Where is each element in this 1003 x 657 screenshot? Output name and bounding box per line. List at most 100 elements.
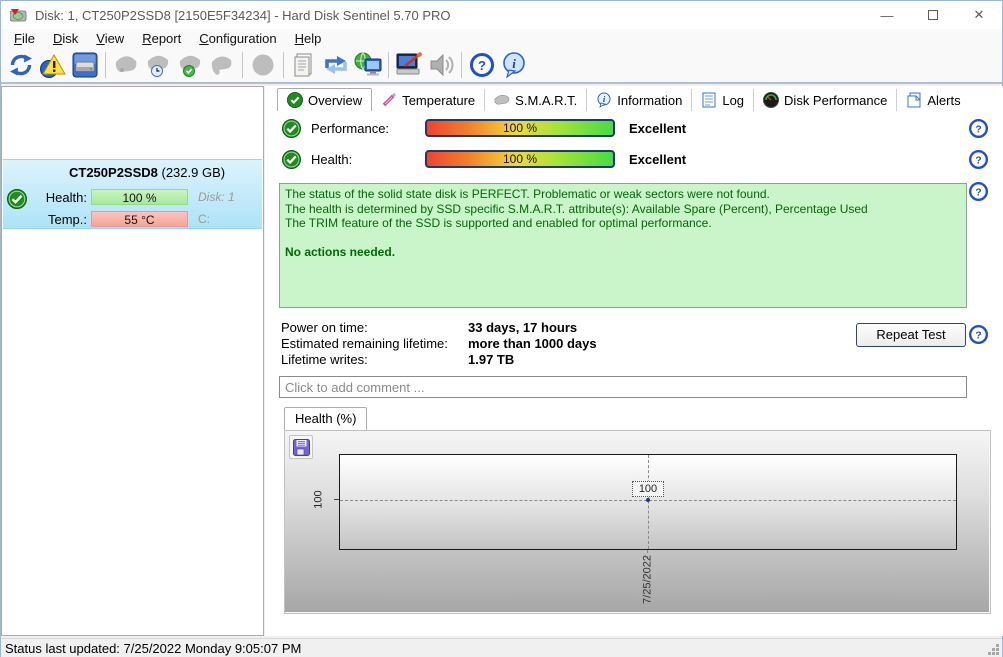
chart-point-label: 100 (632, 481, 664, 497)
status-line: The TRIM feature of the SSD is supported… (285, 216, 961, 231)
shutdown-icon[interactable] (247, 50, 279, 80)
chart-vertical-gridline (648, 455, 649, 549)
chart-x-axis-label: 7/25/2022 (642, 550, 655, 610)
status-bar: Status last updated: 7/25/2022 Monday 9:… (1, 638, 1002, 657)
menu-configuration[interactable]: Configuration (190, 30, 285, 47)
toolbar-separator (283, 52, 284, 78)
chart-y-axis-label: 100 (313, 485, 326, 515)
svg-text:?: ? (975, 155, 981, 166)
power-on-time-value: 33 days, 17 hours (468, 320, 577, 335)
health-help-icon[interactable]: ? (969, 150, 988, 169)
sounds-icon[interactable] (425, 50, 457, 80)
tab-log[interactable]: Log (692, 89, 754, 111)
health-rating: Excellent (629, 152, 686, 167)
comment-input[interactable] (279, 376, 967, 398)
overview-panel: Overview Temperature S.M.A.R.T. i Inform… (265, 86, 1003, 636)
toolbar-separator (461, 52, 462, 78)
tab-overview[interactable]: Overview (277, 88, 372, 111)
tab-smart-label: S.M.A.R.T. (515, 93, 577, 108)
status-action-line: No actions needed. (285, 245, 961, 259)
menu-file[interactable]: File (5, 30, 44, 47)
desktop-tools-icon[interactable] (393, 50, 425, 80)
disk-remove-icon[interactable] (206, 50, 238, 80)
tab-overview-label: Overview (308, 93, 362, 108)
close-button[interactable]: ✕ (956, 1, 1002, 29)
tab-alerts[interactable]: Alerts (897, 89, 969, 111)
toolbar-separator (388, 52, 389, 78)
performance-bar: 100 % (425, 119, 615, 137)
resize-grip[interactable] (987, 643, 1000, 656)
sidebar-disk-number: Disk: 1 (198, 190, 235, 204)
tab-temperature-label: Temperature (402, 93, 475, 108)
health-row: Health: 100 % Excellent ? (265, 150, 1003, 172)
lifetime-writes-value: 1.97 TB (468, 352, 514, 367)
status-help-icon[interactable]: ? (969, 182, 988, 201)
toolbar: ? i (1, 48, 1002, 84)
sidebar-health-bar: 100 % (91, 189, 188, 205)
performance-ok-icon (282, 119, 301, 138)
chart-tab-health[interactable]: Health (%) (284, 407, 367, 430)
status-line: The health is determined by SSD specific… (285, 202, 961, 217)
maximize-icon (928, 10, 938, 20)
svg-text:?: ? (478, 58, 486, 73)
disk-overview-icon[interactable] (69, 50, 101, 80)
minimize-button[interactable]: — (864, 1, 910, 29)
remaining-lifetime-label: Estimated remaining lifetime: (281, 336, 448, 351)
tab-disk-performance-label: Disk Performance (784, 93, 887, 108)
lifetime-writes-label: Lifetime writes: (281, 352, 368, 367)
performance-help-icon[interactable]: ? (969, 119, 988, 138)
menu-report[interactable]: Report (133, 30, 190, 47)
menu-help[interactable]: Help (286, 30, 331, 47)
health-bar: 100 % (425, 150, 615, 168)
alerts-page-icon (906, 92, 922, 108)
smart-disk-icon (494, 92, 510, 108)
svg-text:?: ? (975, 330, 981, 341)
menu-view[interactable]: View (87, 30, 133, 47)
tab-alerts-label: Alerts (927, 93, 960, 108)
tab-information[interactable]: i Information (587, 89, 692, 111)
app-window: Disk: 1, CT250P2SSD8 [2150E5F34234] - Ha… (0, 0, 1003, 657)
tab-disk-performance[interactable]: Disk Performance (754, 89, 897, 111)
menu-disk[interactable]: Disk (44, 30, 87, 47)
overview-check-icon (287, 92, 303, 108)
performance-row: Performance: 100 % Excellent ? (265, 119, 1003, 141)
tab-smart[interactable]: S.M.A.R.T. (485, 89, 587, 111)
repeat-test-button[interactable]: Repeat Test (856, 323, 966, 347)
health-chart: 100 100 7/25/2022 (284, 430, 991, 614)
tab-bar: Overview Temperature S.M.A.R.T. i Inform… (277, 88, 970, 111)
disk-list-panel: CT250P2SSD8 (232.9 GB) Health: 100 % Dis… (1, 86, 264, 636)
report-icon[interactable] (288, 50, 320, 80)
sidebar-temp-bar: 55 °C (91, 211, 188, 227)
help-icon[interactable]: ? (466, 50, 498, 80)
disk-status-text-box: The status of the solid state disk is PE… (279, 183, 967, 308)
performance-label: Performance: (311, 121, 389, 136)
refresh-icon[interactable] (5, 50, 37, 80)
tab-temperature[interactable]: Temperature (372, 89, 485, 111)
status-line: The status of the solid state disk is PE… (285, 187, 961, 202)
toolbar-separator (242, 52, 243, 78)
warning-status-icon[interactable] (37, 50, 69, 80)
save-chart-button[interactable] (289, 435, 313, 459)
disk-list-item-selected[interactable]: CT250P2SSD8 (232.9 GB) Health: 100 % Dis… (3, 159, 262, 229)
maximize-button[interactable] (910, 1, 956, 29)
disk-status-ok-icon (7, 189, 27, 209)
network-icon[interactable] (352, 50, 384, 80)
info-balloon-icon: i (596, 92, 612, 108)
disk-check-icon[interactable] (174, 50, 206, 80)
repeat-test-help-icon[interactable]: ? (969, 325, 988, 344)
detect-disk-icon[interactable] (110, 50, 142, 80)
disk-clock-icon[interactable] (142, 50, 174, 80)
information-icon[interactable]: i (498, 50, 530, 80)
thermometer-icon (381, 92, 397, 108)
chart-plot-area: 100 (339, 454, 957, 550)
svg-text:i: i (512, 56, 516, 71)
title-bar: Disk: 1, CT250P2SSD8 [2150E5F34234] - Ha… (1, 1, 1002, 29)
power-on-time-label: Power on time: (281, 320, 368, 335)
sidebar-drive-letter: C: (198, 212, 210, 226)
log-document-icon (701, 92, 717, 108)
menu-bar: File Disk View Report Configuration Help (1, 29, 1002, 48)
sidebar-temp-label: Temp.: (27, 212, 87, 227)
sync-icon[interactable] (320, 50, 352, 80)
performance-rating: Excellent (629, 121, 686, 136)
svg-text:?: ? (975, 187, 981, 198)
